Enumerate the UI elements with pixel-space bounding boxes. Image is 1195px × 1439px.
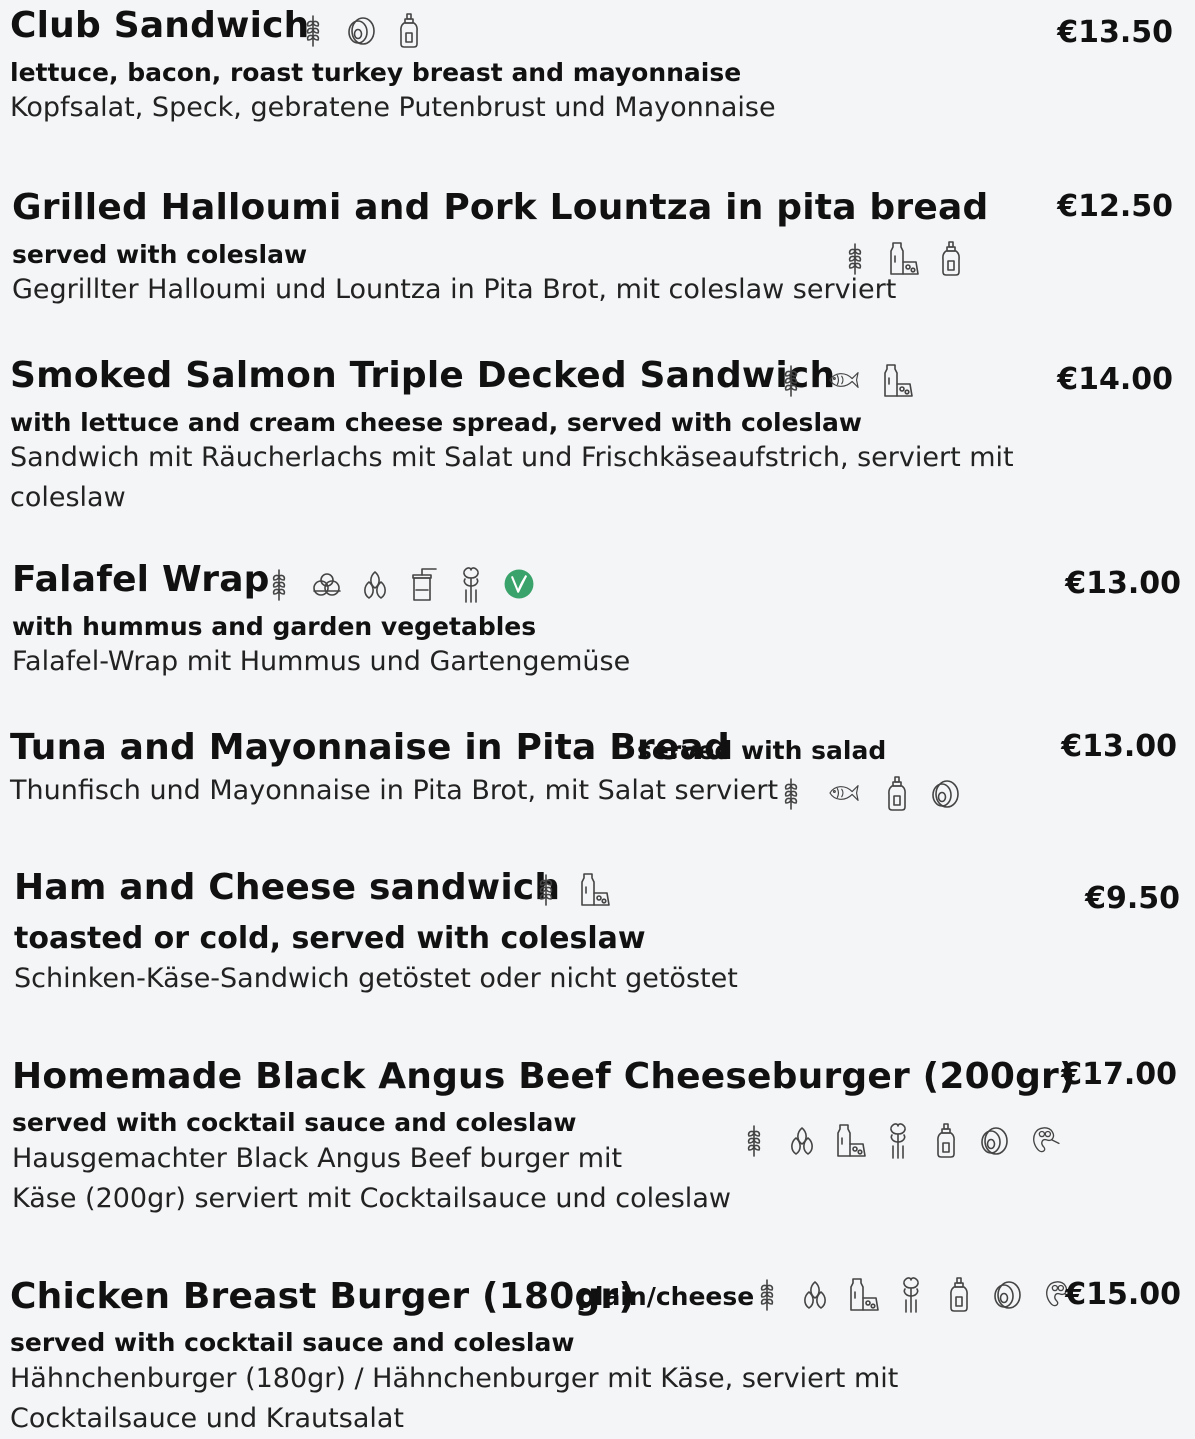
item-price: €12.50	[1057, 189, 1173, 224]
allergen-icons	[529, 869, 611, 909]
milk-icon	[833, 1120, 867, 1160]
item-description-line-2: coleslaw	[10, 482, 126, 513]
item-subtitle: toasted or cold, served with coleslaw	[14, 921, 646, 956]
item-subtitle: served with salad	[637, 736, 887, 765]
item-price: €9.50	[1085, 881, 1180, 916]
item-description: Kopfsalat, Speck, gebratene Putenbrust u…	[10, 92, 776, 123]
item-description: Gegrillter Halloumi und Lountza in Pita …	[12, 274, 897, 305]
item-subtitle: lettuce, bacon, roast turkey breast and …	[10, 58, 742, 87]
item-price: €13.00	[1061, 729, 1177, 764]
item-title: Smoked Salmon Triple Decked Sandwich	[10, 355, 836, 396]
mustard-jar-icon	[406, 564, 440, 604]
item-price: €13.50	[1057, 15, 1173, 50]
egg-icon	[928, 773, 962, 813]
item-price: €15.00	[1065, 1277, 1181, 1312]
item-description: Falafel-Wrap mit Hummus und Gartengemüse	[12, 646, 631, 677]
allergen-icons	[774, 773, 962, 813]
allergen-icons	[750, 1274, 1082, 1314]
allergen-icons	[774, 360, 914, 400]
gluten-icon	[750, 1274, 784, 1314]
gluten-icon	[774, 773, 808, 813]
nuts-icon	[310, 564, 344, 604]
mustard-icon	[942, 1274, 976, 1314]
item-description: Schinken-Käse-Sandwich getöstet oder nic…	[14, 963, 738, 994]
item-description: Hausgemachter Black Angus Beef burger mi…	[12, 1143, 623, 1174]
item-title: Grilled Halloumi and Pork Lountza in pit…	[12, 187, 989, 228]
item-price: €14.00	[1057, 362, 1173, 397]
item-description: Sandwich mit Räucherlachs mit Salat und …	[10, 442, 1014, 473]
item-subtitle: served with cocktail sauce and coleslaw	[12, 1108, 577, 1137]
item-description: Hähnchenburger (180gr) / Hähnchenburger …	[10, 1363, 899, 1394]
milk-icon	[846, 1274, 880, 1314]
gluten-icon	[737, 1120, 771, 1160]
item-subtitle: with hummus and garden vegetables	[12, 612, 537, 641]
fish-icon	[822, 773, 866, 813]
allergen-icons	[262, 564, 536, 604]
allergen-icons	[296, 10, 426, 50]
item-title: Ham and Cheese sandwich	[14, 867, 561, 908]
vegan-icon	[502, 564, 536, 604]
item-title: Tuna and Mayonnaise in Pita Bread	[10, 727, 730, 768]
gluten-icon	[774, 360, 808, 400]
item-subtitle: with lettuce and cream cheese spread, se…	[10, 408, 862, 437]
item-price: €17.00	[1061, 1057, 1177, 1092]
celery-icon	[881, 1120, 915, 1160]
fish-icon	[822, 360, 866, 400]
item-description: Thunfisch und Mayonnaise in Pita Brot, m…	[10, 775, 779, 806]
mustard-icon	[929, 1120, 963, 1160]
item-title: Club Sandwich	[10, 5, 310, 46]
item-description-line-2: Cocktailsauce und Krautsalat	[10, 1403, 404, 1434]
allergen-icons	[737, 1120, 1069, 1160]
item-subtitle: served with cocktail sauce and coleslaw	[10, 1328, 575, 1357]
celery-icon	[454, 564, 488, 604]
item-price: €13.00	[1065, 566, 1181, 601]
item-title: Chicken Breast Burger (180gr)	[10, 1276, 636, 1317]
sesame-icon	[798, 1274, 832, 1314]
item-title: Falafel Wrap	[12, 559, 270, 600]
gluten-icon	[529, 869, 563, 909]
mustard-icon	[392, 10, 426, 50]
soy-icon	[1025, 1120, 1069, 1160]
egg-icon	[344, 10, 378, 50]
milk-icon	[577, 869, 611, 909]
egg-icon	[990, 1274, 1024, 1314]
item-tag: plain/cheese	[577, 1282, 755, 1311]
celery-icon	[894, 1274, 928, 1314]
gluten-icon	[296, 10, 330, 50]
sesame-icon	[785, 1120, 819, 1160]
milk-icon	[880, 360, 914, 400]
item-title: Homemade Black Angus Beef Cheeseburger (…	[12, 1056, 1076, 1097]
mustard-icon	[880, 773, 914, 813]
sesame-icon	[358, 564, 392, 604]
mustard-icon	[934, 238, 968, 278]
item-description-line-2: Käse (200gr) serviert mit Cocktailsauce …	[12, 1183, 731, 1214]
item-subtitle: served with coleslaw	[12, 240, 308, 269]
egg-icon	[977, 1120, 1011, 1160]
gluten-icon	[262, 564, 296, 604]
